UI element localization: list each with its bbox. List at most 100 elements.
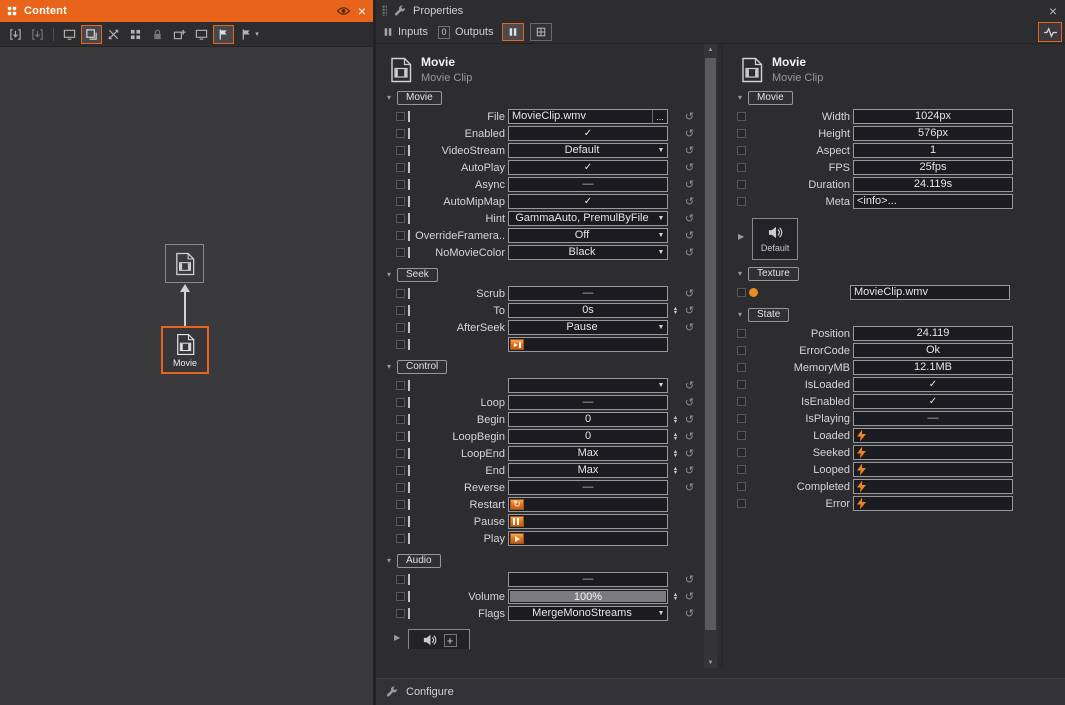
add-device-button[interactable]	[444, 634, 457, 647]
row-checkbox[interactable]	[737, 288, 746, 297]
reset-icon[interactable]: ↺	[683, 481, 696, 494]
dropdown-field[interactable]: Default▼	[508, 143, 668, 158]
event-field[interactable]	[508, 337, 668, 352]
texture-field[interactable]: MovieClip.wmv	[850, 285, 1010, 300]
export-content-button[interactable]	[27, 25, 48, 44]
row-checkbox[interactable]	[737, 346, 746, 355]
movie-node-selected[interactable]: Movie	[161, 326, 209, 374]
row-checkbox[interactable]	[396, 517, 405, 526]
reset-icon[interactable]: ↺	[683, 127, 696, 140]
reset-icon[interactable]: ↺	[683, 304, 696, 317]
row-checkbox[interactable]	[396, 449, 405, 458]
section-collapse-icon[interactable]: ▾	[387, 271, 391, 279]
row-checkbox[interactable]	[396, 432, 405, 441]
content-titlebar[interactable]: Content ×	[0, 0, 373, 22]
scrollbar[interactable]: ▲ ▼	[704, 44, 717, 668]
screen-button[interactable]	[59, 25, 80, 44]
row-checkbox[interactable]	[396, 197, 405, 206]
browse-button[interactable]: ...	[652, 110, 667, 123]
reset-icon[interactable]: ↺	[683, 573, 696, 586]
number-field[interactable]: 0s	[508, 303, 668, 318]
section-collapse-icon[interactable]: ▾	[738, 270, 742, 278]
reset-icon[interactable]: ↺	[683, 195, 696, 208]
number-field[interactable]: Max	[508, 463, 668, 478]
row-checkbox[interactable]	[396, 163, 405, 172]
row-checkbox[interactable]	[737, 397, 746, 406]
properties-header[interactable]: Properties ×	[376, 0, 1065, 21]
content-close-icon[interactable]: ×	[358, 4, 366, 18]
row-checkbox[interactable]	[737, 180, 746, 189]
section-collapse-icon[interactable]: ▾	[387, 94, 391, 102]
row-checkbox[interactable]	[396, 415, 405, 424]
properties-close-icon[interactable]: ×	[1049, 4, 1057, 18]
row-checkbox[interactable]	[737, 448, 746, 457]
expander-icon[interactable]: ▶	[738, 233, 744, 241]
restart-event-button[interactable]: ↻	[510, 499, 524, 510]
event-field[interactable]	[508, 514, 668, 529]
package-add-button[interactable]	[169, 25, 190, 44]
reset-icon[interactable]: ↺	[683, 464, 696, 477]
row-checkbox[interactable]	[396, 306, 405, 315]
monitor-button[interactable]	[191, 25, 212, 44]
row-checkbox[interactable]	[737, 380, 746, 389]
row-checkbox[interactable]	[396, 248, 405, 257]
dropdown-field[interactable]: Black▼	[508, 245, 668, 260]
row-checkbox[interactable]	[396, 575, 405, 584]
tab-inputs[interactable]: Inputs	[381, 26, 430, 38]
section-collapse-icon[interactable]: ▾	[387, 363, 391, 371]
value-spinner[interactable]: ▲▼	[671, 307, 680, 315]
tab-outputs[interactable]: 0 Outputs	[436, 26, 496, 39]
reset-icon[interactable]: ↺	[683, 590, 696, 603]
row-checkbox[interactable]	[737, 112, 746, 121]
dropdown-field[interactable]: GammaAuto, PremulByFile▼	[508, 211, 668, 226]
seek-event-button[interactable]	[510, 339, 524, 350]
flag-button[interactable]	[213, 25, 234, 44]
flag-menu-button[interactable]: ▾	[235, 25, 264, 44]
row-checkbox[interactable]	[396, 398, 405, 407]
row-checkbox[interactable]	[737, 163, 746, 172]
import-content-button[interactable]	[5, 25, 26, 44]
slider-field[interactable]: 100%	[508, 589, 668, 604]
row-checkbox[interactable]	[737, 363, 746, 372]
split-view-toggle[interactable]	[530, 23, 552, 41]
row-checkbox[interactable]	[396, 289, 405, 298]
reset-icon[interactable]: ↺	[683, 110, 696, 123]
play-event-button[interactable]	[510, 533, 524, 544]
section-collapse-icon[interactable]: ▾	[738, 311, 742, 319]
audio-device-box[interactable]: Default	[752, 218, 798, 260]
section-collapse-icon[interactable]: ▾	[738, 94, 742, 102]
reset-icon[interactable]: ↺	[683, 607, 696, 620]
value-spinner[interactable]: ▲▼	[671, 416, 680, 424]
row-checkbox[interactable]	[396, 483, 405, 492]
value-spinner[interactable]: ▲▼	[671, 450, 680, 458]
row-checkbox[interactable]	[737, 431, 746, 440]
single-column-view-toggle[interactable]	[502, 23, 524, 41]
node-canvas[interactable]: Movie	[0, 47, 373, 705]
row-checkbox[interactable]	[396, 129, 405, 138]
reset-icon[interactable]: ↺	[683, 447, 696, 460]
file-field[interactable]: MovieClip.wmv...	[508, 109, 668, 124]
expander-icon[interactable]: ▶	[394, 634, 400, 642]
value-spinner[interactable]: ▲▼	[671, 433, 680, 441]
drag-handle-icon[interactable]	[382, 5, 387, 16]
row-checkbox[interactable]	[396, 323, 405, 332]
row-checkbox[interactable]	[396, 534, 405, 543]
reset-icon[interactable]: ↺	[683, 379, 696, 392]
dropdown-field[interactable]: MergeMonoStreams▼	[508, 606, 668, 621]
reset-icon[interactable]: ↺	[683, 144, 696, 157]
row-checkbox[interactable]	[396, 609, 405, 618]
row-checkbox[interactable]	[737, 146, 746, 155]
lock-button[interactable]	[147, 25, 168, 44]
value-spinner[interactable]: ▲▼	[671, 593, 680, 601]
event-field[interactable]	[508, 531, 668, 546]
value-spinner[interactable]: ▲▼	[671, 467, 680, 475]
row-checkbox[interactable]	[396, 112, 405, 121]
pause-event-button[interactable]	[510, 516, 524, 527]
animation-monitor-button[interactable]	[1038, 22, 1062, 42]
event-field[interactable]: ↻	[508, 497, 668, 512]
row-checkbox[interactable]	[396, 231, 405, 240]
number-field[interactable]: 0	[508, 429, 668, 444]
row-checkbox[interactable]	[737, 329, 746, 338]
reset-icon[interactable]: ↺	[683, 413, 696, 426]
scroll-up-icon[interactable]: ▲	[704, 44, 717, 55]
